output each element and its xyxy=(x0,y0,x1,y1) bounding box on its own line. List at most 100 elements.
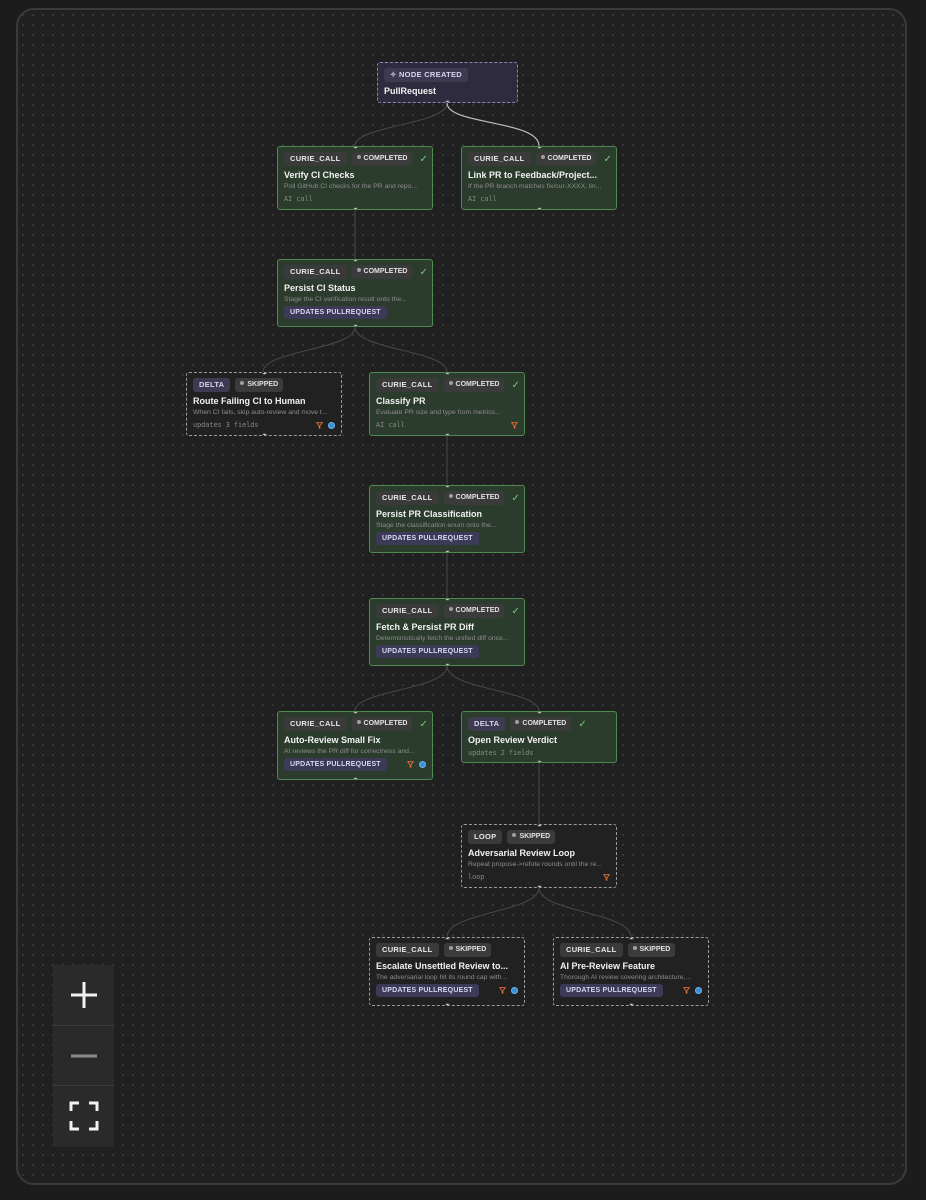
zoom-out-button[interactable] xyxy=(53,1025,114,1085)
node-persist-pr-classification[interactable]: CURIE_CALL COMPLETED ✓ Persist PR Classi… xyxy=(369,485,525,553)
status-badge: SKIPPED xyxy=(235,378,284,392)
node-footer: updates 2 fields xyxy=(468,749,534,757)
updates-badge: UPDATES PULLREQUEST xyxy=(376,531,479,545)
handle[interactable] xyxy=(536,760,542,762)
node-title: AI Pre-Review Feature xyxy=(560,961,656,971)
handle[interactable] xyxy=(352,207,358,209)
filter-icon xyxy=(683,986,690,994)
check-icon: ✓ xyxy=(419,718,428,730)
node-persist-ci-status[interactable]: CURIE_CALL COMPLETED ✓ Persist CI Status… xyxy=(277,259,433,327)
handle[interactable] xyxy=(536,147,542,149)
node-title: PullRequest xyxy=(384,86,437,96)
node-footer: AI call xyxy=(284,195,313,203)
node-footer: loop xyxy=(468,873,485,881)
node-kind: DELTA xyxy=(193,378,231,392)
node-kind: CURIE_CALL xyxy=(376,943,439,957)
handle[interactable] xyxy=(444,663,450,665)
handle[interactable] xyxy=(444,550,450,552)
node-kind: CURIE_CALL xyxy=(376,378,439,392)
check-icon: ✓ xyxy=(578,718,587,730)
node-created-tag: ✧ NODE CREATED xyxy=(384,68,469,82)
handle[interactable] xyxy=(536,885,542,887)
filter-icon xyxy=(316,421,323,429)
node-auto-review-small-fix[interactable]: CURIE_CALL COMPLETED ✓ Auto-Review Small… xyxy=(277,711,433,780)
fit-view-button[interactable] xyxy=(53,1085,114,1145)
node-footer: AI call xyxy=(376,421,405,429)
handle[interactable] xyxy=(352,260,358,262)
updates-badge: UPDATES PULLREQUEST xyxy=(284,305,387,319)
node-ai-pre-review-feature[interactable]: CURIE_CALL SKIPPED AI Pre-Review Feature… xyxy=(553,937,709,1006)
handle[interactable] xyxy=(444,373,450,375)
handle[interactable] xyxy=(444,599,450,601)
node-title: Auto-Review Small Fix xyxy=(284,735,381,745)
status-badge: SKIPPED xyxy=(627,943,676,957)
zoom-in-button[interactable] xyxy=(53,965,114,1025)
node-kind: CURIE_CALL xyxy=(376,604,439,618)
handle[interactable] xyxy=(352,712,358,714)
globe-icon xyxy=(511,986,518,994)
filter-icon xyxy=(407,760,414,768)
node-title: Route Failing CI to Human xyxy=(193,396,306,406)
status-badge: SKIPPED xyxy=(507,830,556,844)
node-route-failing-ci[interactable]: DELTA SKIPPED Route Failing CI to Human … xyxy=(186,372,342,436)
handle[interactable] xyxy=(352,324,358,326)
filter-icon xyxy=(511,421,518,429)
handle[interactable] xyxy=(536,207,542,209)
node-link-pr-feedback[interactable]: CURIE_CALL COMPLETED ✓ Link PR to Feedba… xyxy=(461,146,617,210)
status-badge: COMPLETED xyxy=(535,152,597,166)
node-description: Deterministically fetch the unified diff… xyxy=(376,635,509,642)
plus-icon xyxy=(70,982,97,1008)
status-badge: COMPLETED xyxy=(351,717,413,731)
node-title: Escalate Unsettled Review to... xyxy=(376,961,509,971)
handle[interactable] xyxy=(352,777,358,779)
node-description: Repeat propose->refute rounds until the … xyxy=(468,861,602,868)
handle[interactable] xyxy=(444,1003,450,1005)
fit-view-icon xyxy=(69,1101,98,1130)
handle[interactable] xyxy=(444,486,450,488)
handle[interactable] xyxy=(628,1003,634,1005)
status-badge: COMPLETED xyxy=(443,378,505,392)
node-kind: CURIE_CALL xyxy=(284,265,347,279)
node-footer: updates 3 fields xyxy=(193,421,259,429)
node-description: The adversarial loop hit its round cap w… xyxy=(376,974,508,981)
filter-icon xyxy=(499,986,506,994)
status-badge: COMPLETED xyxy=(351,152,413,166)
check-icon: ✓ xyxy=(419,153,428,165)
node-description: Evaluate PR size and type from metrics..… xyxy=(376,409,501,416)
handle[interactable] xyxy=(628,938,634,940)
node-title: Adversarial Review Loop xyxy=(468,848,576,858)
node-kind: DELTA xyxy=(468,717,506,731)
handle[interactable] xyxy=(261,433,267,435)
updates-badge: UPDATES PULLREQUEST xyxy=(376,644,479,658)
node-escalate-unsettled-review[interactable]: CURIE_CALL SKIPPED Escalate Unsettled Re… xyxy=(369,937,525,1006)
globe-icon xyxy=(328,421,335,429)
node-kind: CURIE_CALL xyxy=(376,491,439,505)
check-icon: ✓ xyxy=(511,605,520,617)
updates-badge: UPDATES PULLREQUEST xyxy=(560,983,663,997)
node-title: Classify PR xyxy=(376,396,426,406)
node-open-review-verdict[interactable]: DELTA COMPLETED ✓ Open Review Verdict up… xyxy=(461,711,617,763)
node-kind: CURIE_CALL xyxy=(468,152,531,166)
node-title: Open Review Verdict xyxy=(468,735,558,745)
filter-icon xyxy=(603,873,610,881)
handle[interactable] xyxy=(352,147,358,149)
handle[interactable] xyxy=(444,938,450,940)
handle[interactable] xyxy=(536,825,542,827)
node-classify-pr[interactable]: CURIE_CALL COMPLETED ✓ Classify PR Evalu… xyxy=(369,372,525,436)
handle[interactable] xyxy=(536,712,542,714)
node-description: If the PR branch matches fix/cur-XXXX, l… xyxy=(468,183,602,190)
handle[interactable] xyxy=(261,373,267,375)
check-icon: ✓ xyxy=(511,379,520,391)
node-fetch-persist-pr-diff[interactable]: CURIE_CALL COMPLETED ✓ Fetch & Persist P… xyxy=(369,598,525,666)
globe-icon xyxy=(695,986,702,994)
handle[interactable] xyxy=(445,100,450,102)
node-verify-ci-checks[interactable]: CURIE_CALL COMPLETED ✓ Verify CI Checks … xyxy=(277,146,433,210)
node-description: Thorough AI review covering architecture… xyxy=(560,974,692,981)
status-badge: COMPLETED xyxy=(443,604,505,618)
updates-badge: UPDATES PULLREQUEST xyxy=(376,983,479,997)
handle[interactable] xyxy=(444,433,450,435)
node-kind: CURIE_CALL xyxy=(284,717,347,731)
node-pullrequest-created[interactable]: ✧ NODE CREATED PullRequest xyxy=(377,62,518,103)
status-badge: SKIPPED xyxy=(443,943,492,957)
node-adversarial-review-loop[interactable]: LOOP SKIPPED Adversarial Review Loop Rep… xyxy=(461,824,617,888)
